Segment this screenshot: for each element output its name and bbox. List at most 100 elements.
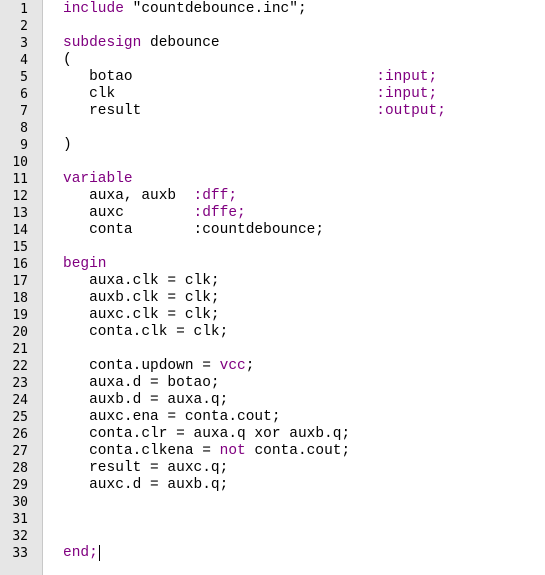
line-number: 18: [12, 291, 28, 306]
line-number: 8: [20, 121, 28, 136]
line-number: 15: [12, 240, 28, 255]
code-line: variable: [63, 171, 133, 188]
text-token: result: [63, 103, 142, 119]
code-line: auxc.d = auxb.q;: [63, 477, 228, 494]
text-token: auxa, auxb: [63, 188, 194, 204]
line-number: 17: [12, 274, 28, 289]
line-number: 22: [12, 359, 28, 374]
line-number: 30: [12, 495, 28, 510]
code-line: conta.updown = vcc;: [63, 358, 254, 375]
line-number: 5: [20, 70, 28, 85]
line-number: 31: [12, 512, 28, 527]
text-token: result = auxc.q;: [63, 460, 229, 476]
line-number: 4: [20, 53, 28, 68]
text-token: debounce: [150, 35, 220, 51]
code-area[interactable]: include "countdebounce.inc"; subdesign de…: [43, 0, 545, 575]
line-number: 26: [12, 427, 28, 442]
code-line: auxb.clk = clk;: [63, 290, 220, 307]
keyword-token: end;: [63, 545, 98, 561]
text-token: "countdebounce.inc";: [132, 1, 307, 17]
text-token: auxc.d = auxb.q;: [63, 477, 229, 493]
code-line: clk :input;: [63, 86, 437, 103]
line-number: 27: [12, 444, 28, 459]
text-token: auxb.d = auxa.q;: [63, 392, 229, 408]
code-line: auxa.d = botao;: [63, 375, 220, 392]
line-number: 6: [20, 87, 28, 102]
code-line: result :output;: [63, 103, 446, 120]
text-token: botao: [63, 69, 133, 85]
text-token: conta.clr = auxa.q xor auxb.q;: [63, 426, 351, 442]
code-line: auxc.clk = clk;: [63, 307, 220, 324]
text-token: auxa.d = botao;: [63, 375, 220, 391]
code-line: include "countdebounce.inc";: [63, 1, 307, 18]
line-number: 13: [12, 206, 28, 221]
keyword-token: not: [219, 443, 246, 459]
line-number: 12: [12, 189, 28, 204]
line-number: 33: [12, 546, 28, 561]
keyword-token: :input;: [376, 86, 438, 102]
code-line: auxc :dffe;: [63, 205, 246, 222]
line-number: 28: [12, 461, 28, 476]
line-number: 9: [20, 138, 28, 153]
text-token: conta :countdebounce;: [63, 222, 325, 238]
code-line: auxa.clk = clk;: [63, 273, 220, 290]
line-number-gutter: 1 2 3 4 5 6 7 8 9 10 11 12 13 14 15 16 17 18 19 20 21 22 23 24 2…: [0, 0, 43, 575]
code-line: auxc.ena = conta.cout;: [63, 409, 281, 426]
line-number: 19: [12, 308, 28, 323]
line-number: 1: [20, 2, 28, 17]
line-number: 29: [12, 478, 28, 493]
text-caret: [98, 545, 100, 561]
line-number: 10: [12, 155, 28, 170]
line-number: 3: [20, 36, 28, 51]
keyword-token: :dffe;: [193, 205, 246, 221]
code-line: result = auxc.q;: [63, 460, 228, 477]
text-token: auxc.clk = clk;: [63, 307, 220, 323]
text-token: ): [63, 137, 72, 153]
code-line: subdesign debounce: [63, 35, 220, 52]
line-number: 16: [12, 257, 28, 272]
line-number: 20: [12, 325, 28, 340]
keyword-token: variable: [63, 171, 133, 187]
text-token: conta.cout;: [245, 443, 351, 459]
text-token: conta.updown =: [63, 358, 220, 374]
line-number: 32: [12, 529, 28, 544]
code-line: auxb.d = auxa.q;: [63, 392, 228, 409]
text-token: clk: [63, 86, 116, 102]
text-token: auxc.ena = conta.cout;: [63, 409, 281, 425]
code-line: conta.clk = clk;: [63, 324, 228, 341]
code-editor[interactable]: 1 2 3 4 5 6 7 8 9 10 11 12 13 14 15 16 17 18 19 20 21 22 23 24 2…: [0, 0, 545, 575]
line-number: 11: [12, 172, 28, 187]
keyword-token: :output;: [376, 103, 446, 119]
text-token: conta.clk = clk;: [63, 324, 229, 340]
line-number: 24: [12, 393, 28, 408]
keyword-token: subdesign: [63, 35, 151, 51]
text-token: auxc: [63, 205, 194, 221]
code-line: botao :input;: [63, 69, 437, 86]
keyword-token: vcc: [219, 358, 246, 374]
line-number: 21: [12, 342, 28, 357]
keyword-token: begin: [63, 256, 107, 272]
code-line: conta.clkena = not conta.cout;: [63, 443, 350, 460]
line-number: 23: [12, 376, 28, 391]
code-line: ): [63, 137, 72, 154]
keyword-token: include: [63, 1, 133, 17]
code-line: end;: [63, 545, 98, 562]
line-number: 2: [20, 19, 28, 34]
code-line: begin: [63, 256, 107, 273]
line-number: 25: [12, 410, 28, 425]
line-number: 7: [20, 104, 28, 119]
code-line: conta :countdebounce;: [63, 222, 324, 239]
line-number: 14: [12, 223, 28, 238]
text-token: auxb.clk = clk;: [63, 290, 220, 306]
keyword-token: :input;: [376, 69, 438, 85]
text-token: auxa.clk = clk;: [63, 273, 220, 289]
keyword-token: :dff;: [193, 188, 238, 204]
text-token: conta.clkena =: [63, 443, 220, 459]
code-line: auxa, auxb :dff;: [63, 188, 237, 205]
text-token: ;: [245, 358, 255, 374]
code-line: conta.clr = auxa.q xor auxb.q;: [63, 426, 350, 443]
text-token: (: [63, 52, 72, 68]
